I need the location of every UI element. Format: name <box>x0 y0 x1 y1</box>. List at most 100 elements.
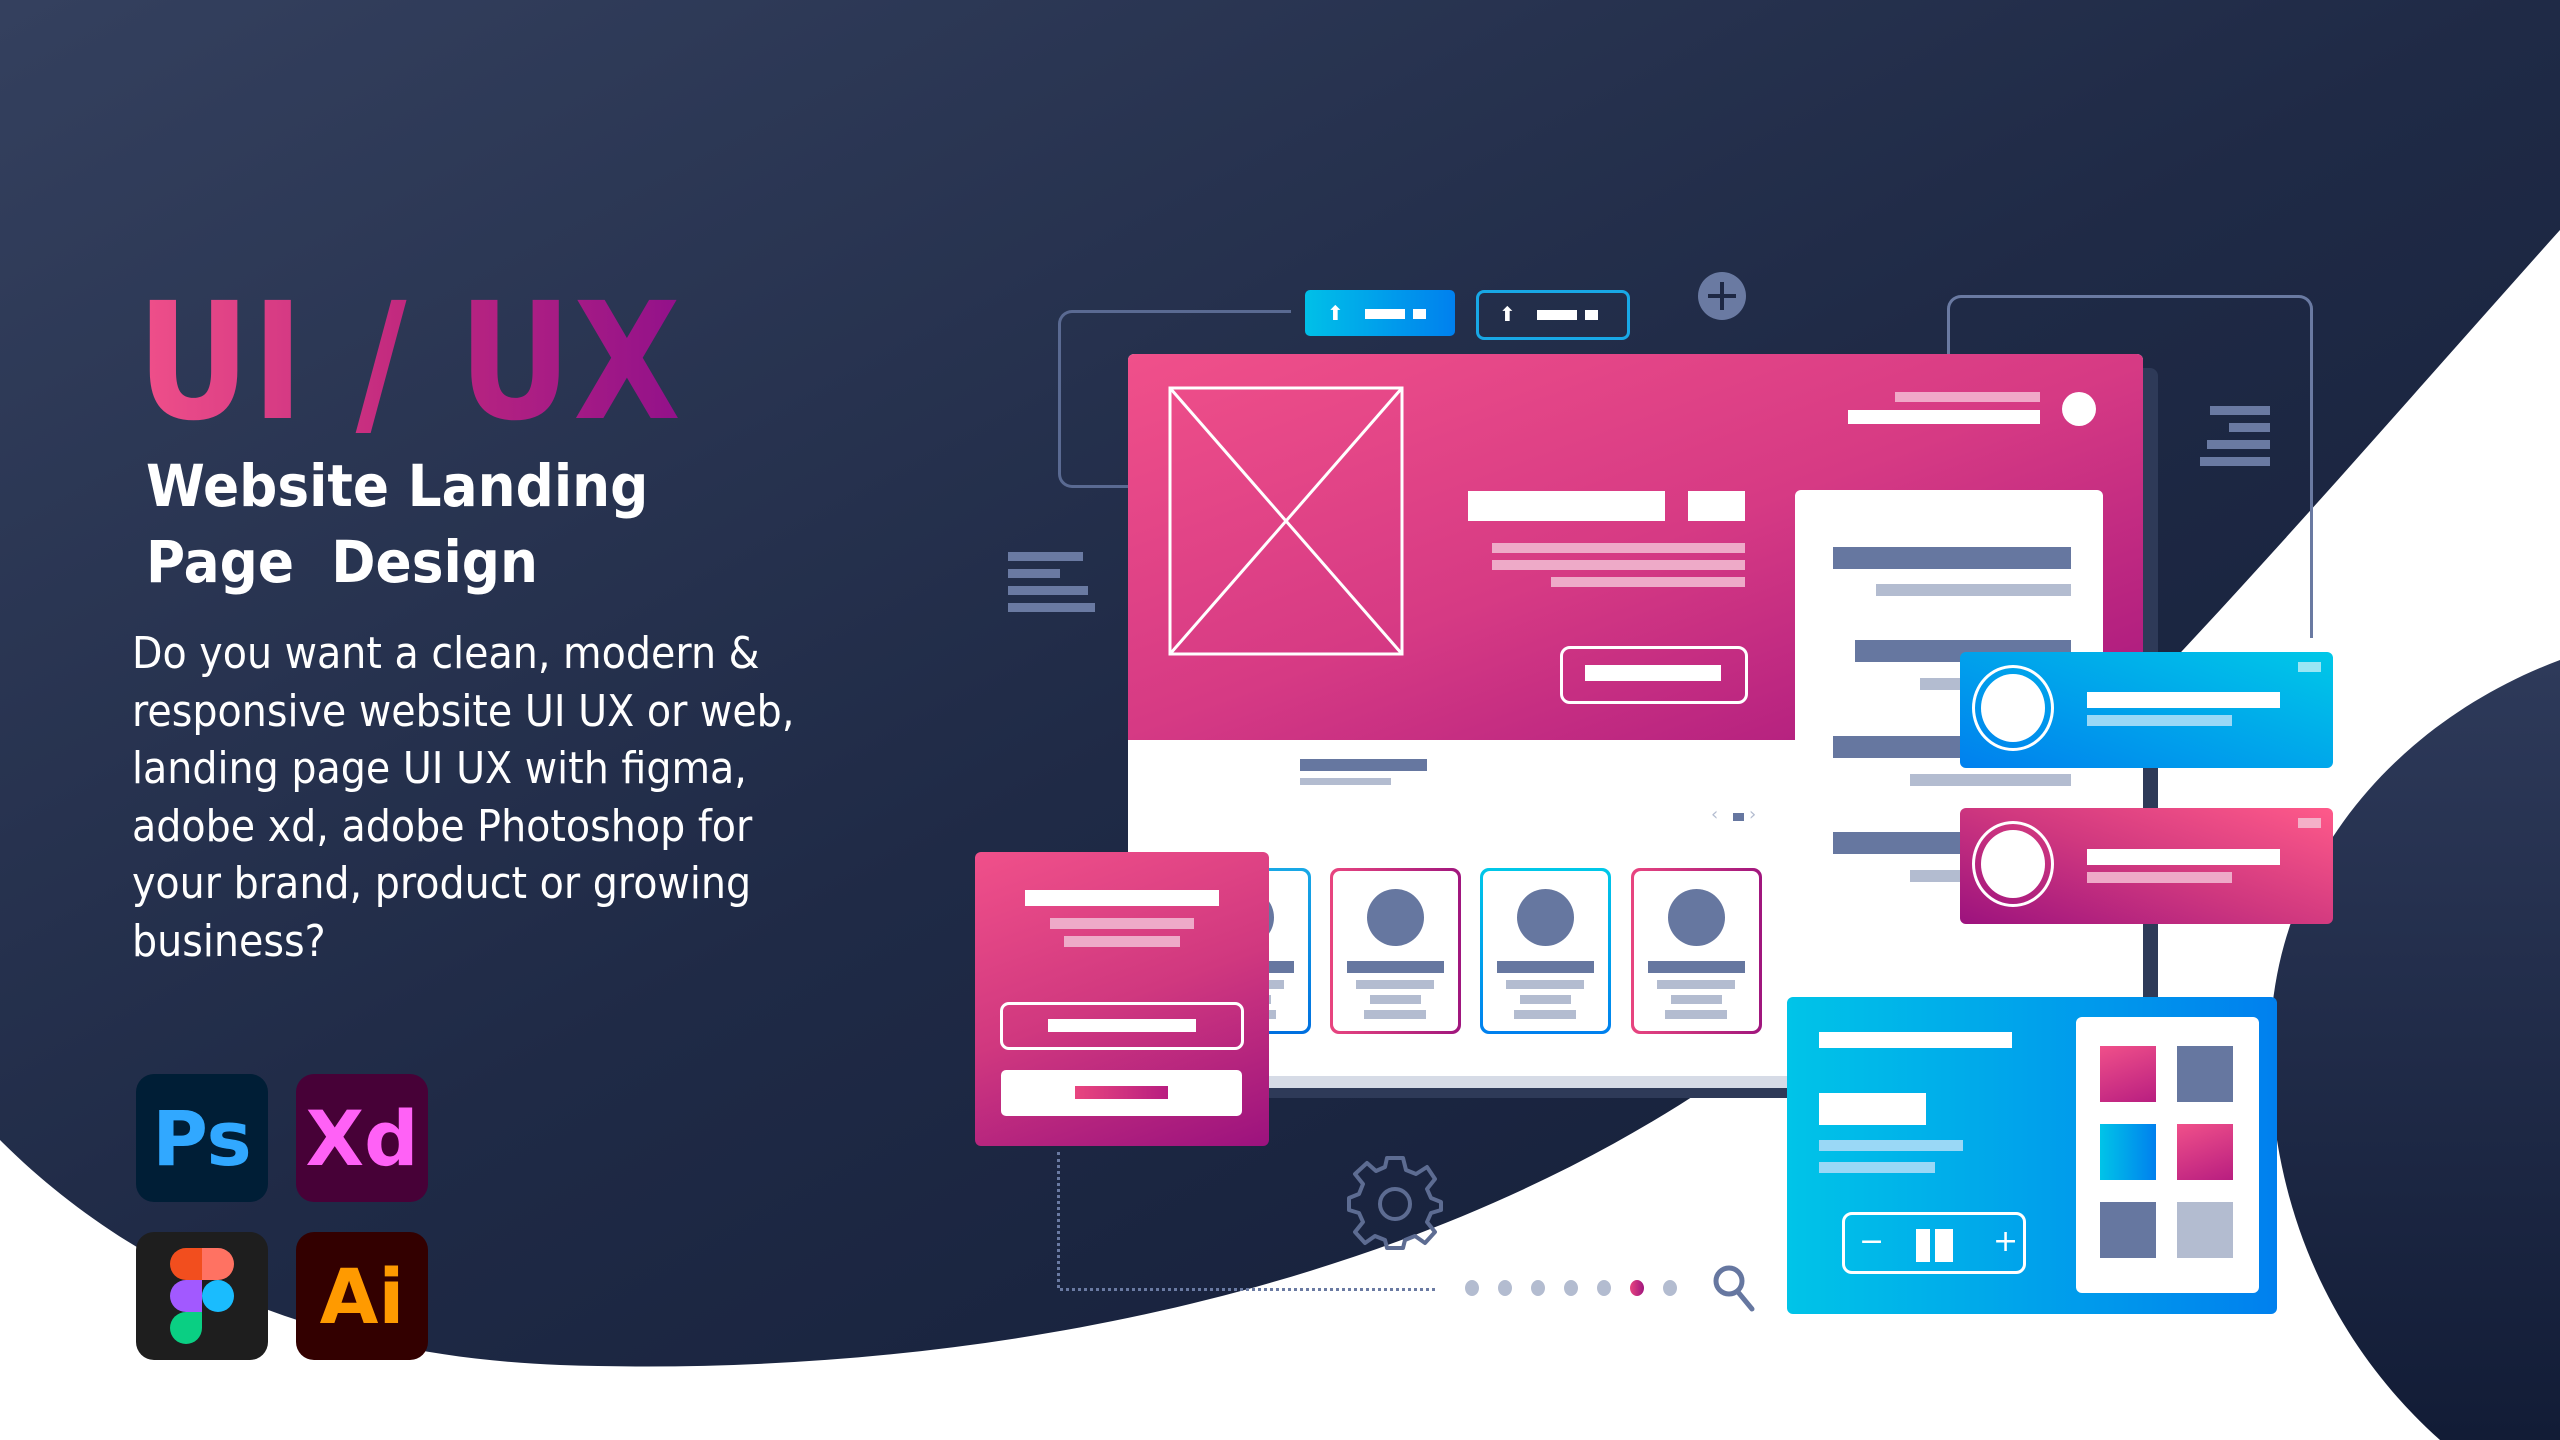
dotted-line-horizontal <box>1060 1288 1435 1291</box>
color-swatch[interactable] <box>2177 1124 2233 1180</box>
section-title <box>1300 759 1427 771</box>
notification-badge <box>2298 662 2321 672</box>
figma-logo-icon <box>170 1248 234 1344</box>
form-submit-button[interactable] <box>1001 1070 1242 1116</box>
subtitle-line-2: Page Design <box>146 528 538 596</box>
description-line: responsive website UI UX or web, <box>132 685 795 737</box>
tab-active[interactable]: ⬆ <box>1305 290 1455 336</box>
stepper-plus-button[interactable]: + <box>1993 1227 2018 1257</box>
color-swatch[interactable] <box>2100 1202 2156 1258</box>
notification-avatar <box>1972 821 2054 907</box>
bracket-left-cover <box>1130 300 1330 302</box>
stepper-value <box>1916 1229 1930 1262</box>
tab-inactive[interactable]: ⬆ <box>1476 290 1630 340</box>
product-panel: − + <box>1787 997 2277 1314</box>
notification-avatar <box>1972 665 2054 751</box>
form-text-line <box>1050 918 1194 929</box>
dotted-line-vertical <box>1057 1152 1060 1288</box>
pagination-dot-active[interactable] <box>1630 1280 1644 1296</box>
profile-name <box>1347 961 1444 973</box>
slider-indicator <box>1733 813 1744 821</box>
menu-lines-right <box>2182 406 2270 466</box>
form-title <box>1025 890 1219 906</box>
pagination-dot[interactable] <box>1531 1280 1545 1296</box>
adobe-xd-label: Xd <box>305 1093 419 1183</box>
illustrator-label: Ai <box>319 1251 405 1341</box>
avatar[interactable] <box>2062 392 2096 426</box>
pagination-dot[interactable] <box>1597 1280 1611 1296</box>
subtitle-line-1: Website Landing <box>146 452 649 520</box>
description: Do you want a clean, modern & responsive… <box>132 625 1032 970</box>
color-swatch[interactable] <box>2177 1202 2233 1258</box>
photoshop-label: Ps <box>152 1093 252 1183</box>
photoshop-icon: Ps <box>136 1074 268 1202</box>
add-tab-button[interactable] <box>1698 272 1746 320</box>
hero-text-line <box>1551 577 1745 587</box>
profile-name <box>1497 961 1594 973</box>
slider-prev-icon[interactable]: ‹ <box>1711 804 1718 825</box>
adobe-xd-icon: Xd <box>296 1074 428 1202</box>
pagination-dot[interactable] <box>1663 1280 1677 1296</box>
headline-subtitle: Website Landing Page Design <box>146 448 648 600</box>
product-text-line <box>1819 1162 1935 1173</box>
pagination-dot[interactable] <box>1465 1280 1479 1296</box>
profile-avatar <box>1668 889 1725 946</box>
menu-lines-left <box>1008 552 1098 612</box>
hero-heading <box>1688 491 1745 521</box>
profile-text <box>1665 1010 1727 1019</box>
profile-card[interactable] <box>1330 868 1461 1034</box>
profile-text <box>1671 995 1722 1004</box>
notification-title <box>2087 692 2280 708</box>
form-text-line <box>1064 936 1180 947</box>
color-swatch-panel <box>2076 1017 2259 1293</box>
pagination-dot[interactable] <box>1498 1280 1512 1296</box>
nav-text-line <box>1895 392 2040 402</box>
notification-badge <box>2298 818 2321 828</box>
color-swatch[interactable] <box>2100 1124 2156 1180</box>
description-line: adobe xd, adobe Photoshop for <box>132 800 753 852</box>
description-line: landing page UI UX with figma, <box>132 743 747 794</box>
description-line: business? <box>132 915 326 967</box>
quantity-stepper[interactable]: − + <box>1842 1212 2026 1274</box>
stepper-minus-button[interactable]: − <box>1859 1227 1884 1257</box>
notification-card-blue[interactable] <box>1960 652 2333 768</box>
profile-card[interactable] <box>1631 868 1762 1034</box>
gear-icon <box>1347 1156 1443 1250</box>
hero-heading <box>1468 491 1665 521</box>
form-card <box>975 852 1269 1146</box>
nav-text-line <box>1848 410 2040 424</box>
pagination-dot[interactable] <box>1564 1280 1578 1296</box>
profile-avatar <box>1517 889 1574 946</box>
hero-text-line <box>1492 560 1745 570</box>
panel-line <box>1876 584 2071 596</box>
illustrator-icon: Ai <box>296 1232 428 1360</box>
image-placeholder-icon <box>1168 386 1404 656</box>
color-swatch[interactable] <box>2177 1046 2233 1102</box>
figma-icon <box>136 1232 268 1360</box>
product-text-line <box>1819 1140 1963 1151</box>
panel-line <box>1833 547 2071 569</box>
panel-line <box>1910 774 2071 786</box>
notification-subtitle <box>2087 872 2232 883</box>
hero-cta-button[interactable] <box>1560 646 1748 704</box>
form-input[interactable] <box>1000 1002 1244 1050</box>
profile-text <box>1657 980 1735 989</box>
profile-name <box>1648 961 1745 973</box>
headline-title: UI / UX <box>137 269 683 457</box>
profile-card[interactable] <box>1480 868 1611 1034</box>
profile-text <box>1520 995 1571 1004</box>
color-swatch[interactable] <box>2100 1046 2156 1102</box>
description-line: Do you want a clean, modern & <box>132 628 760 679</box>
profile-avatar <box>1367 889 1424 946</box>
notification-card-pink[interactable] <box>1960 808 2333 924</box>
notification-title <box>2087 849 2280 865</box>
slider-next-icon[interactable]: › <box>1749 804 1756 825</box>
search-icon[interactable] <box>1712 1263 1757 1313</box>
profile-text <box>1356 980 1434 989</box>
product-price <box>1819 1093 1926 1125</box>
profile-text <box>1370 995 1421 1004</box>
upload-arrow-icon: ⬆ <box>1499 302 1516 326</box>
section-subtitle <box>1300 778 1391 785</box>
profile-text <box>1506 980 1584 989</box>
hero-text-line <box>1492 543 1745 553</box>
